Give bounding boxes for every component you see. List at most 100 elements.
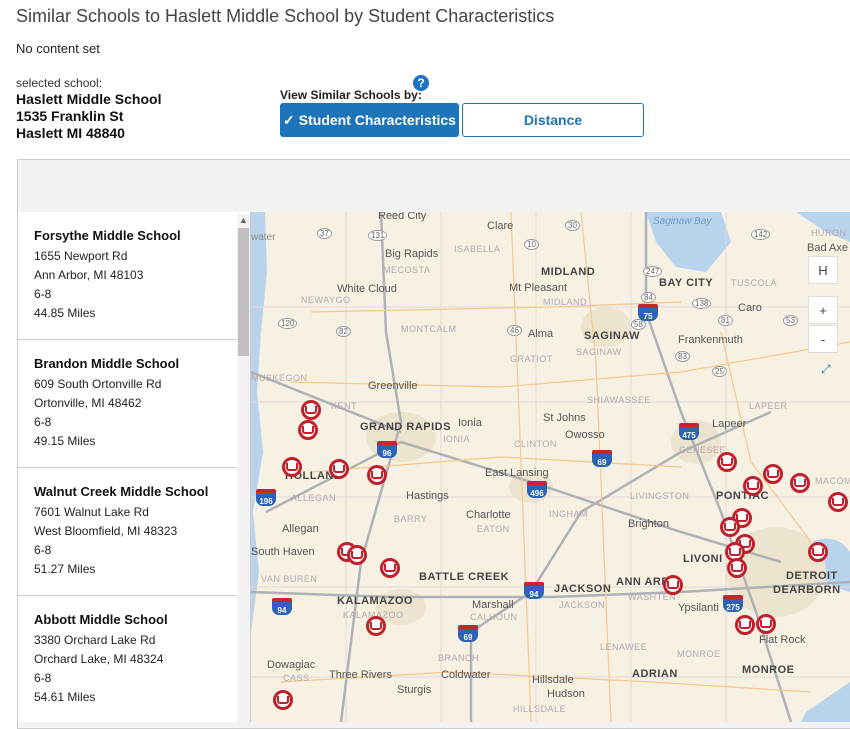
route-shield: 83 bbox=[675, 351, 690, 362]
map-label-grand-rapids: GRAND RAPIDS bbox=[360, 421, 451, 433]
map-label-clinton: CLINTON bbox=[514, 439, 557, 449]
school-marker-icon[interactable] bbox=[828, 492, 848, 512]
school-marker-icon[interactable] bbox=[282, 457, 302, 477]
school-city: West Bloomfield, MI 48323 bbox=[34, 524, 178, 538]
school-marker-icon[interactable] bbox=[743, 476, 763, 496]
map-label-allegan: Allegan bbox=[282, 523, 319, 535]
interstate-shield: 196 bbox=[256, 489, 276, 506]
map-label-dowagiac: Dowagiac bbox=[267, 659, 316, 671]
school-marker-icon[interactable] bbox=[367, 465, 387, 485]
school-street: 7601 Walnut Lake Rd bbox=[34, 505, 149, 519]
route-shield: 82 bbox=[336, 326, 351, 337]
map-label-monroe: MONROE bbox=[742, 664, 795, 676]
interstate-shield: 69 bbox=[458, 625, 478, 642]
map-label-frankenmuth: Frankenmuth bbox=[678, 334, 743, 346]
map-label-hudson: Hudson bbox=[547, 688, 585, 700]
map-label-branch: BRANCH bbox=[438, 653, 480, 663]
school-street: 3380 Orchard Lake Rd bbox=[34, 633, 156, 647]
map-label-alma: Alma bbox=[528, 328, 554, 340]
school-marker-icon[interactable] bbox=[347, 545, 367, 565]
selected-school-city: Haslett MI 48840 bbox=[16, 125, 125, 141]
map-label-ypsilanti: Ypsilanti bbox=[678, 602, 719, 614]
zoom-in-button[interactable]: + bbox=[808, 296, 838, 324]
map-label-genesee: GENESEE bbox=[679, 445, 727, 455]
student-characteristics-button[interactable]: ✓ Student Characteristics bbox=[280, 103, 459, 137]
school-marker-icon[interactable] bbox=[380, 558, 400, 578]
map-label-midland: MIDLAND bbox=[541, 266, 596, 278]
distance-button[interactable]: Distance bbox=[462, 103, 644, 137]
map-label-reed-city: Reed City bbox=[378, 212, 427, 222]
school-name: Abbott Middle School bbox=[34, 612, 168, 627]
list-item[interactable]: Forsythe Middle School 1655 Newport Rd A… bbox=[18, 212, 250, 340]
school-marker-icon[interactable] bbox=[790, 473, 810, 493]
map-label-lenawee: LENAWEE bbox=[600, 642, 648, 652]
school-name: Brandon Middle School bbox=[34, 356, 180, 371]
school-marker-icon[interactable] bbox=[301, 400, 321, 420]
list-scrollbar[interactable]: ▲ bbox=[237, 214, 250, 722]
map-label-kalamazoo: KALAMAZOO bbox=[337, 595, 413, 607]
school-marker-icon[interactable] bbox=[735, 615, 755, 635]
fullscreen-icon[interactable]: ⤢ bbox=[821, 362, 831, 377]
map-label-mecosta: MECOSTA bbox=[383, 265, 431, 275]
route-shield: 53 bbox=[783, 315, 798, 326]
school-distance: 54.61 Miles bbox=[34, 690, 96, 704]
school-marker-icon[interactable] bbox=[727, 558, 747, 578]
map-label-hastings: Hastings bbox=[406, 490, 449, 502]
page-title: Similar Schools to Haslett Middle School… bbox=[16, 6, 555, 26]
map-label-livingston: LIVINGSTON bbox=[630, 491, 690, 501]
map-label-dearborn: DEARBORN bbox=[773, 584, 841, 596]
school-city: Ortonville, MI 48462 bbox=[34, 396, 142, 410]
map-label-coldwater: Coldwater bbox=[441, 669, 491, 681]
map-label-montcalm: MONTCALM bbox=[401, 324, 457, 334]
map-label-newaygo: NEWAYGO bbox=[301, 295, 351, 305]
lake-erie bbox=[801, 682, 850, 722]
list-item[interactable]: Abbott Middle School 3380 Orchard Lake R… bbox=[18, 596, 250, 722]
map-label-adrian: ADRIAN bbox=[632, 668, 678, 680]
school-distance: 44.85 Miles bbox=[34, 306, 96, 320]
map-label-st-johns: St Johns bbox=[543, 412, 586, 424]
scroll-up-arrow-icon[interactable]: ▲ bbox=[237, 214, 250, 226]
school-marker-icon[interactable] bbox=[717, 452, 737, 472]
map-label-livonia: LIVONI bbox=[683, 553, 723, 565]
school-marker-icon[interactable] bbox=[756, 614, 776, 634]
interstate-shield: 275 bbox=[723, 595, 743, 612]
zoom-out-button[interactable]: - bbox=[808, 325, 838, 353]
school-marker-icon[interactable] bbox=[663, 575, 683, 595]
map-label-marshall: Marshall bbox=[472, 599, 514, 611]
interstate-shield: 496 bbox=[527, 481, 547, 498]
school-marker-icon[interactable] bbox=[329, 459, 349, 479]
list-item[interactable]: Brandon Middle School 609 South Ortonvil… bbox=[18, 340, 250, 468]
map-label-charlotte: Charlotte bbox=[466, 509, 511, 521]
map-view[interactable]: Saginaw Bay HURON water Reed City Clare … bbox=[251, 212, 850, 722]
lake-michigan bbox=[251, 212, 267, 632]
map-label-muskegon: MUSKEGON bbox=[251, 373, 308, 383]
scroll-thumb[interactable] bbox=[238, 228, 249, 356]
map-label-bad-axe: Bad Axe bbox=[807, 242, 848, 254]
student-characteristics-label: Student Characteristics bbox=[298, 112, 456, 128]
map-label-east-lansing: East Lansing bbox=[485, 467, 549, 479]
question-icon[interactable]: ? bbox=[413, 75, 429, 91]
map-label-detroit: DETROIT bbox=[786, 570, 838, 582]
school-marker-icon[interactable] bbox=[366, 616, 386, 636]
map-label-three-rivers: Three Rivers bbox=[329, 669, 392, 681]
school-city: Ann Arbor, MI 48103 bbox=[34, 268, 144, 282]
school-marker-icon[interactable] bbox=[720, 517, 740, 537]
home-button[interactable]: H bbox=[808, 256, 838, 284]
route-shield: 81 bbox=[718, 315, 733, 326]
school-marker-icon[interactable] bbox=[808, 542, 828, 562]
school-marker-icon[interactable] bbox=[273, 690, 293, 710]
route-shield: 84 bbox=[641, 292, 656, 303]
map-label-cass: CASS bbox=[283, 673, 310, 683]
school-marker-icon[interactable] bbox=[763, 464, 783, 484]
interstate-shield: 94 bbox=[272, 598, 292, 615]
map-label-barry: BARRY bbox=[394, 514, 428, 524]
selected-school-label: selected school: bbox=[16, 76, 103, 90]
map-label-huron: HURON bbox=[811, 228, 847, 238]
list-item[interactable]: Walnut Creek Middle School 7601 Walnut L… bbox=[18, 468, 250, 596]
school-marker-icon[interactable] bbox=[298, 420, 318, 440]
interstate-shield: 69 bbox=[592, 450, 612, 467]
map-label-ionia: Ionia bbox=[458, 417, 482, 429]
map-label-lapeer: Lapeer bbox=[712, 418, 747, 430]
school-distance: 51.27 Miles bbox=[34, 562, 96, 576]
school-list: Forsythe Middle School 1655 Newport Rd A… bbox=[18, 212, 251, 722]
